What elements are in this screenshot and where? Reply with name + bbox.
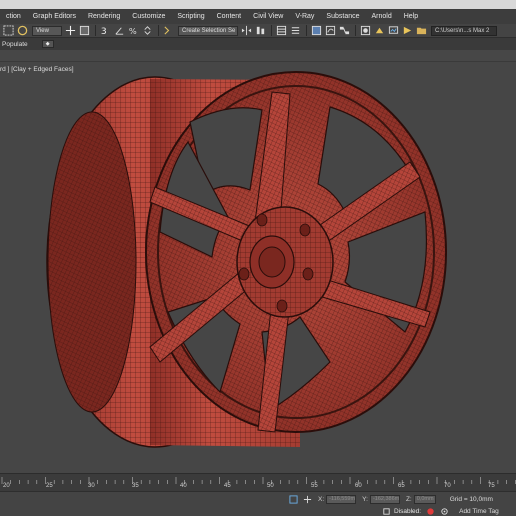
coordinate-row: X: -116,559m Y: -162,386m Z: 0,0mm Grid … <box>0 493 516 505</box>
disabled-label: Disabled: <box>394 507 422 515</box>
window-top-strip <box>0 0 516 9</box>
z-label: Z: <box>405 495 412 503</box>
menu-scripting[interactable]: Scripting <box>171 9 210 24</box>
tick-label: 30 <box>88 483 95 489</box>
status-bar: X: -116,559m Y: -162,386m Z: 0,0mm Grid … <box>0 491 516 516</box>
lock-selection-icon[interactable] <box>288 494 298 504</box>
align-icon[interactable] <box>254 25 266 37</box>
ribbon-panel <box>0 50 516 62</box>
y-label: Y: <box>362 495 368 503</box>
render-setup-icon[interactable] <box>373 25 385 37</box>
tick-label: 55 <box>311 483 318 489</box>
menu-rendering[interactable]: Rendering <box>82 9 126 24</box>
time-tag-row: Disabled: Add Time Tag <box>0 505 516 516</box>
z-coordinate-field[interactable]: 0,0mm <box>413 494 436 504</box>
bind-spacewarp-icon[interactable] <box>16 25 28 37</box>
svg-text:%: % <box>128 26 136 36</box>
view-dropdown[interactable]: View <box>32 25 62 36</box>
rendered-frame-window-icon[interactable] <box>387 25 399 37</box>
menu-civil-view[interactable]: Civil View <box>247 9 289 24</box>
tick-label: 20 <box>3 483 10 489</box>
move-icon[interactable] <box>64 25 76 37</box>
select-manipulate-icon[interactable] <box>78 25 90 37</box>
select-region-icon[interactable] <box>2 25 14 37</box>
percent-snap-icon[interactable]: % <box>127 25 139 37</box>
toolbar-separator <box>306 25 307 36</box>
menu-help[interactable]: Help <box>398 9 424 24</box>
viewport-label[interactable]: rd ] [Clay + Edged Faces] <box>0 66 74 73</box>
menu-bar: ction Graph Editors Rendering Customize … <box>0 9 516 24</box>
add-time-tag-button[interactable]: Add Time Tag <box>459 508 499 515</box>
toolbar-separator <box>355 25 356 36</box>
timeline-ruler[interactable]: 20 25 30 35 40 45 50 55 60 65 70 75 <box>0 473 516 491</box>
project-path-field[interactable]: C:\Users\n...s Max 2 <box>431 25 497 36</box>
menu-arnold[interactable]: Arnold <box>366 9 398 24</box>
adaptive-degradation-icon[interactable] <box>381 506 391 516</box>
x-label: X: <box>318 495 325 503</box>
tick-label: 35 <box>132 483 139 489</box>
ribbon-toggle-icon[interactable] <box>310 25 322 37</box>
tick-label: 45 <box>224 483 231 489</box>
y-coordinate-field[interactable]: -162,386m <box>369 494 400 504</box>
render-production-icon[interactable] <box>401 25 413 37</box>
ribbon-bar: Populate ◆ <box>0 38 516 50</box>
scene-explorer-icon[interactable] <box>289 25 301 37</box>
record-icon[interactable] <box>425 506 435 516</box>
folder-icon[interactable] <box>415 25 427 37</box>
menu-substance[interactable]: Substance <box>320 9 365 24</box>
tick-label: 70 <box>444 483 451 489</box>
toolbar-separator <box>271 25 272 36</box>
snap-toggle-icon[interactable]: 3 <box>99 25 111 37</box>
spinner-snap-icon[interactable] <box>141 25 153 37</box>
tick-label: 50 <box>267 483 274 489</box>
settings-icon[interactable] <box>439 506 449 516</box>
tick-label: 40 <box>180 483 187 489</box>
grid-size-text: Grid = 10,0mm <box>449 495 493 503</box>
absolute-mode-icon[interactable] <box>302 494 312 504</box>
x-coordinate-field[interactable]: -116,559m <box>326 494 357 504</box>
tick-label: 25 <box>46 483 53 489</box>
layer-explorer-icon[interactable] <box>275 25 287 37</box>
tick-label: 65 <box>398 483 405 489</box>
svg-text:3: 3 <box>100 26 106 36</box>
menu-graph-editors[interactable]: Graph Editors <box>27 9 82 24</box>
schematic-view-icon[interactable] <box>338 25 350 37</box>
angle-snap-icon[interactable] <box>113 25 125 37</box>
mirror-icon[interactable] <box>240 25 252 37</box>
edit-named-selection-icon[interactable] <box>162 25 174 37</box>
curve-editor-icon[interactable] <box>324 25 336 37</box>
timeline-ticks <box>1 477 516 484</box>
menu-animation[interactable]: ction <box>0 9 27 24</box>
main-toolbar: View 3 % Create Selection Se C:\Users\n.… <box>0 24 516 38</box>
menu-content[interactable]: Content <box>211 9 248 24</box>
selection-set-dropdown[interactable]: Create Selection Se <box>178 25 238 36</box>
toolbar-separator <box>158 25 159 36</box>
tick-label: 60 <box>355 483 362 489</box>
menu-vray[interactable]: V-Ray <box>289 9 320 24</box>
ribbon-options-button[interactable]: ◆ <box>41 40 54 48</box>
perspective-viewport[interactable]: rd ] [Clay + Edged Faces] <box>0 62 516 473</box>
tick-label: 75 <box>488 483 495 489</box>
material-editor-icon[interactable] <box>359 25 371 37</box>
wheel-model <box>46 71 447 448</box>
toolbar-separator <box>95 25 96 36</box>
populate-label[interactable]: Populate <box>2 41 28 48</box>
menu-customize[interactable]: Customize <box>126 9 171 24</box>
